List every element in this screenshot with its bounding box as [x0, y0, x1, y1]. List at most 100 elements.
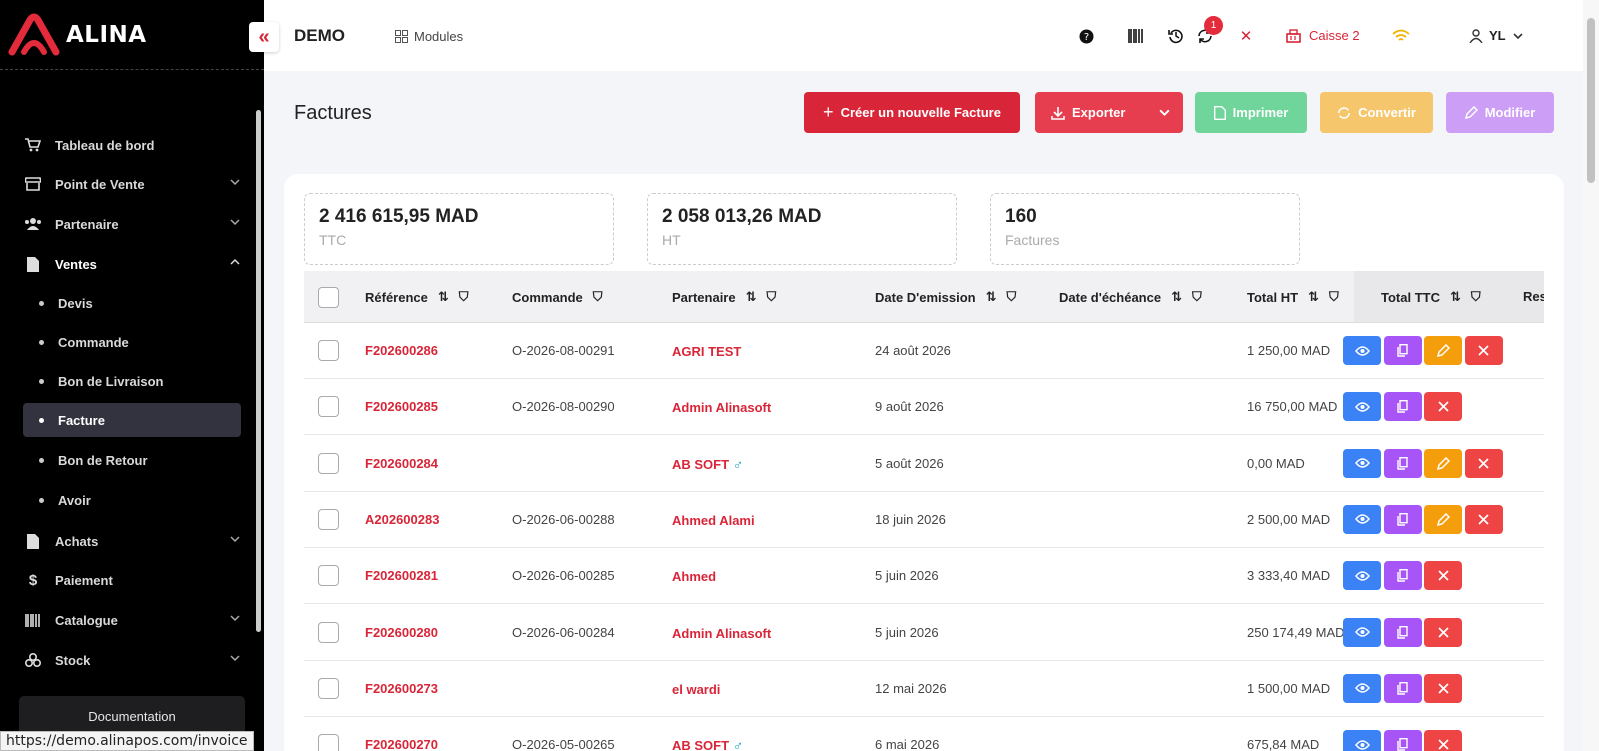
column-reste[interactable]: Res: [1523, 289, 1544, 304]
select-all-checkbox[interactable]: [318, 287, 339, 308]
sidebar-item-achats[interactable]: Achats: [23, 524, 241, 558]
row-checkbox[interactable]: [318, 396, 339, 418]
table-row[interactable]: F202600273 el wardi 12 mai 2026 1 500,00 M…: [304, 661, 1544, 717]
table-row[interactable]: F202600280 O-2026-06-00284 Admin Alinasoft…: [304, 605, 1544, 661]
invoice-reference[interactable]: F202600284: [365, 456, 438, 471]
column-total-ht[interactable]: Total HT ⇅ ⛉: [1247, 289, 1339, 305]
sidebar-subitem-avoir[interactable]: Avoir: [23, 483, 241, 517]
filter-icon[interactable]: ⛉: [459, 289, 469, 305]
filter-icon[interactable]: ⛉: [1192, 289, 1202, 305]
create-invoice-button[interactable]: + Créer un nouvelle Facture: [804, 92, 1020, 133]
invoice-reference[interactable]: F202600280: [365, 625, 438, 640]
sort-icon[interactable]: ⇅: [746, 289, 757, 305]
brand-logo[interactable]: ALINA: [0, 0, 264, 70]
history-icon[interactable]: [1166, 26, 1186, 46]
delete-button[interactable]: [1464, 336, 1503, 365]
chevron-down-icon[interactable]: [1158, 106, 1171, 119]
help-icon[interactable]: ?: [1076, 26, 1096, 46]
view-button[interactable]: [1343, 392, 1381, 422]
delete-button[interactable]: [1464, 448, 1503, 478]
partner-link[interactable]: AB SOFT ♂: [672, 456, 743, 472]
duplicate-button[interactable]: [1383, 392, 1422, 422]
filter-icon[interactable]: ⛉: [1007, 289, 1017, 305]
table-row[interactable]: F202600286 O-2026-08-00291 AGRI TEST 24 ao…: [304, 323, 1544, 379]
modules-button[interactable]: Modules: [395, 29, 463, 44]
delete-button[interactable]: [1424, 561, 1462, 591]
view-button[interactable]: [1343, 561, 1381, 591]
sidebar-subitem-facture[interactable]: Facture: [23, 403, 241, 437]
invoice-reference[interactable]: F202600281: [365, 568, 438, 583]
invoice-reference[interactable]: F202600285: [365, 399, 438, 414]
row-checkbox[interactable]: [318, 452, 339, 474]
view-button[interactable]: [1343, 504, 1381, 534]
duplicate-button[interactable]: [1383, 673, 1422, 703]
row-checkbox[interactable]: [318, 508, 339, 530]
partner-link[interactable]: AGRI TEST: [672, 343, 741, 359]
column-date-emission[interactable]: Date D'emission ⇅ ⛉: [875, 289, 1016, 305]
column-commande[interactable]: Commande ⛉: [512, 289, 603, 305]
partner-link[interactable]: Admin Alinasoft: [672, 399, 771, 415]
filter-icon[interactable]: ⛉: [1329, 289, 1339, 305]
invoice-reference[interactable]: A202600283: [365, 512, 439, 527]
delete-button[interactable]: [1464, 504, 1503, 534]
sort-icon[interactable]: ⇅: [1171, 289, 1182, 305]
view-button[interactable]: [1343, 617, 1381, 647]
sidebar-item-catalogue[interactable]: Catalogue: [23, 603, 241, 637]
sidebar-subitem-devis[interactable]: Devis: [23, 286, 241, 320]
delete-button[interactable]: [1424, 392, 1462, 422]
row-checkbox[interactable]: [318, 340, 339, 361]
table-row[interactable]: F202600284 AB SOFT ♂ 5 août 2026 0,00 MAD: [304, 436, 1544, 492]
scrollbar-thumb[interactable]: [1587, 18, 1595, 183]
duplicate-button[interactable]: [1383, 448, 1422, 478]
delete-button[interactable]: [1424, 617, 1462, 647]
table-row[interactable]: F202600281 O-2026-06-00285 Ahmed 5 juin 20…: [304, 548, 1544, 605]
view-button[interactable]: [1343, 336, 1381, 365]
filter-icon[interactable]: ⛉: [593, 289, 603, 305]
duplicate-button[interactable]: [1383, 561, 1422, 591]
convert-button[interactable]: Convertir: [1320, 92, 1433, 133]
edit-button[interactable]: Modifier: [1446, 92, 1554, 133]
page-scrollbar[interactable]: [1583, 0, 1599, 751]
row-checkbox[interactable]: [318, 677, 339, 699]
view-button[interactable]: [1343, 673, 1381, 703]
delete-button[interactable]: [1424, 673, 1462, 703]
row-checkbox[interactable]: [318, 734, 339, 751]
sidebar-item-paiement[interactable]: $ Paiement: [23, 563, 241, 597]
filter-icon[interactable]: ⛉: [1471, 289, 1481, 305]
column-total-ttc[interactable]: Total TTC ⇅ ⛉: [1381, 289, 1481, 305]
duplicate-button[interactable]: [1383, 504, 1422, 534]
table-row[interactable]: A202600283 O-2026-06-00288 Ahmed Alami 18 …: [304, 492, 1544, 548]
column-reference[interactable]: Référence ⇅ ⛉: [365, 289, 469, 305]
sidebar-subitem-bon-livraison[interactable]: Bon de Livraison: [23, 364, 241, 398]
print-button[interactable]: Imprimer: [1195, 92, 1307, 133]
export-button[interactable]: Exporter: [1035, 92, 1183, 133]
documentation-button[interactable]: Documentation: [19, 696, 245, 736]
user-menu[interactable]: YL: [1469, 28, 1524, 43]
duplicate-button[interactable]: [1383, 730, 1422, 751]
sidebar-item-dashboard[interactable]: Tableau de bord: [23, 128, 241, 162]
sidebar-collapse-button[interactable]: «: [249, 22, 279, 52]
caisse-selector[interactable]: Caisse 2: [1286, 28, 1360, 43]
row-edit-button[interactable]: [1424, 448, 1462, 478]
barcode-icon[interactable]: [1126, 26, 1146, 46]
table-row[interactable]: F202600285 O-2026-08-00290 Admin Alinasoft…: [304, 379, 1544, 436]
sidebar-subitem-bon-retour[interactable]: Bon de Retour: [23, 443, 241, 477]
sidebar-item-stock[interactable]: Stock: [23, 643, 241, 677]
partner-link[interactable]: AB SOFT ♂: [672, 737, 743, 751]
filter-icon[interactable]: ⛉: [767, 289, 777, 305]
sort-icon[interactable]: ⇅: [1450, 289, 1461, 305]
sort-icon[interactable]: ⇅: [438, 289, 449, 305]
invoice-reference[interactable]: F202600270: [365, 737, 438, 751]
duplicate-button[interactable]: [1383, 336, 1422, 365]
column-partenaire[interactable]: Partenaire ⇅ ⛉: [672, 289, 776, 305]
column-date-echeance[interactable]: Date d'échéance ⇅ ⛉: [1059, 289, 1202, 305]
partner-link[interactable]: Ahmed Alami: [672, 512, 755, 528]
view-button[interactable]: [1343, 448, 1381, 478]
sidebar-scrollbar[interactable]: [256, 110, 261, 632]
partner-link[interactable]: el wardi: [672, 681, 720, 697]
partner-link[interactable]: Ahmed: [672, 568, 716, 584]
partner-link[interactable]: Admin Alinasoft: [672, 625, 771, 641]
table-row[interactable]: F202600270 O-2026-05-00265 AB SOFT ♂ 6 mai …: [304, 717, 1544, 751]
view-button[interactable]: [1343, 730, 1381, 751]
row-checkbox[interactable]: [318, 621, 339, 643]
